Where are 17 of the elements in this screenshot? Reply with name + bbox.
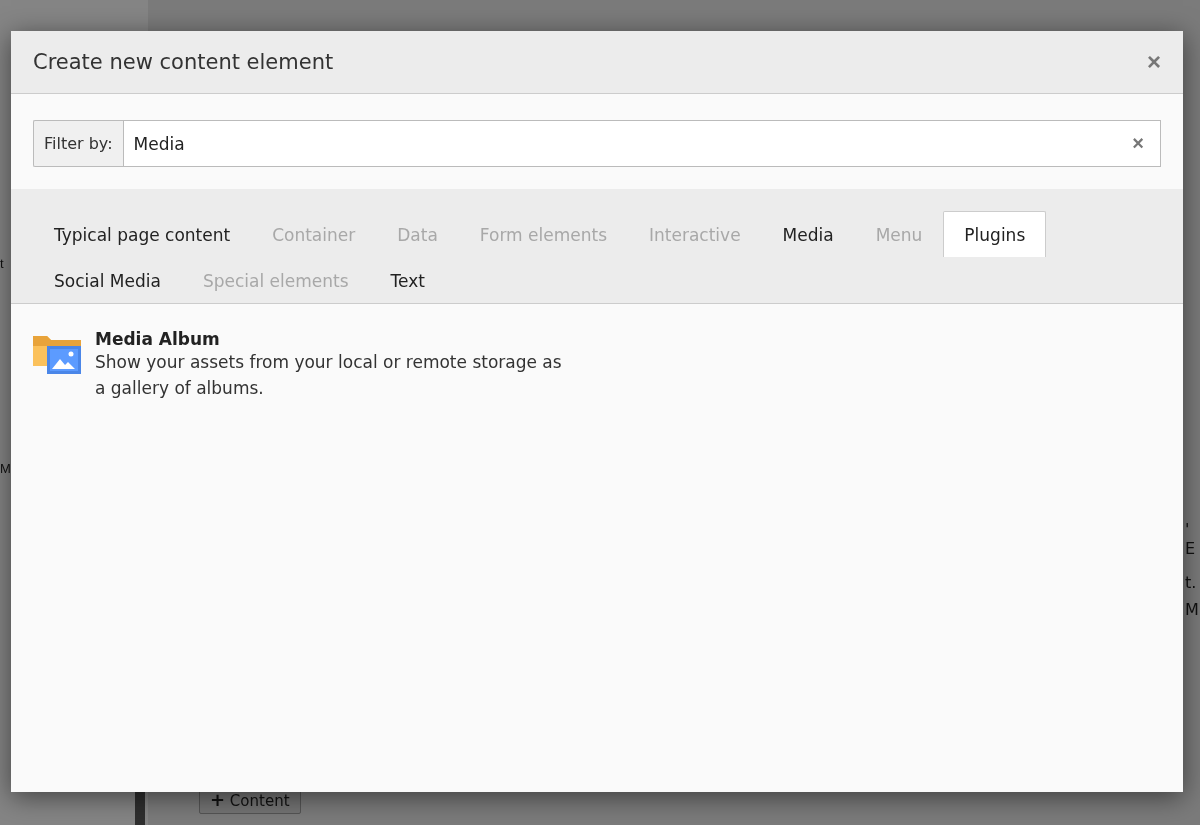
tab[interactable]: Typical page content <box>33 211 252 257</box>
background-text: M <box>0 461 11 476</box>
tab[interactable]: Plugins <box>943 211 1047 257</box>
filter-label: Filter by: <box>33 120 123 167</box>
background-text: ' E <box>1185 520 1197 558</box>
close-button[interactable]: × <box>1147 48 1161 76</box>
background-text: t <box>0 256 4 271</box>
element-title[interactable]: Media Album <box>95 329 575 349</box>
filter-field[interactable]: Media × <box>122 120 1161 167</box>
element-description: Show your assets from your local or remote storage as a gallery of albums. <box>95 351 563 400</box>
tab[interactable]: Social Media <box>33 257 182 303</box>
tab[interactable]: Text <box>369 257 446 303</box>
tab[interactable]: Media <box>761 211 855 257</box>
background-text: t. <box>1185 573 1197 592</box>
dialog-title: Create new content element <box>33 50 334 74</box>
clear-button[interactable]: × <box>1116 132 1160 155</box>
background-text: M <box>1185 600 1199 619</box>
